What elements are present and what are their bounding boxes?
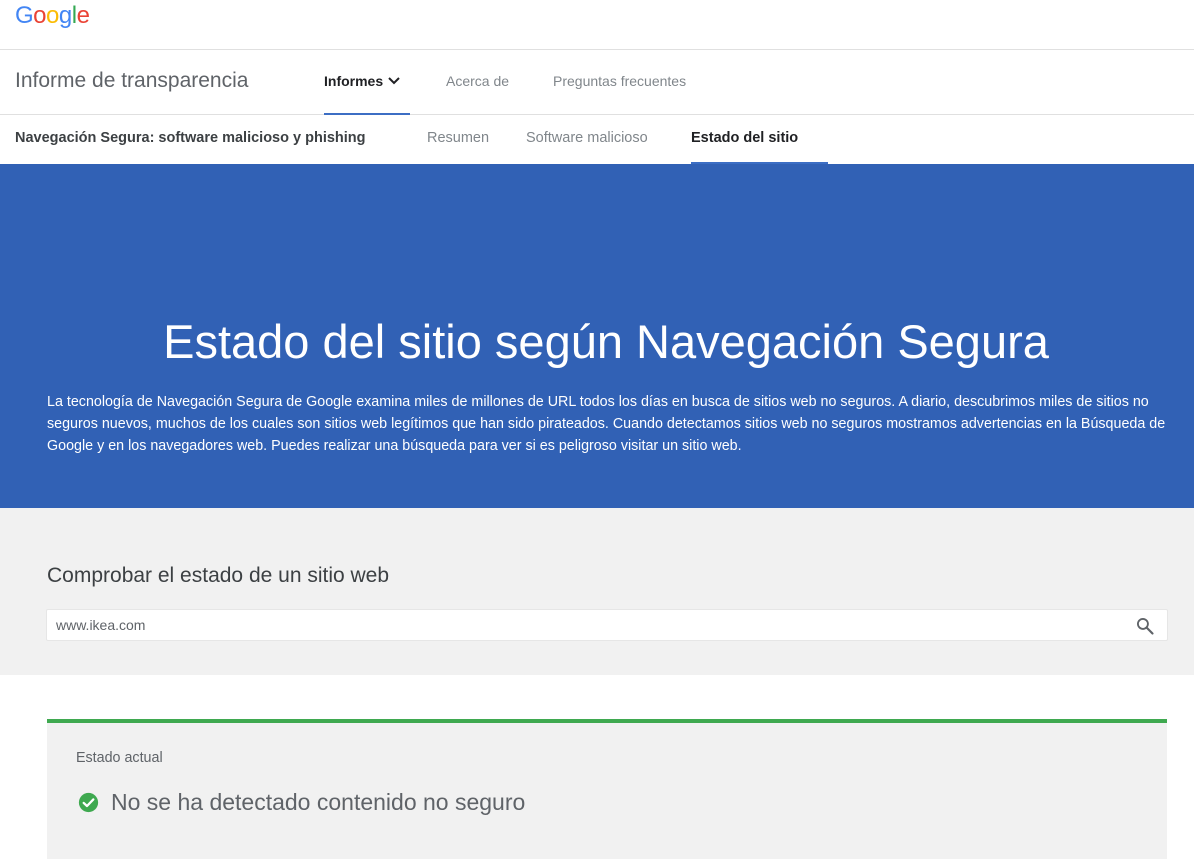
subnav-title: Navegación Segura: software malicioso y … (15, 130, 366, 146)
search-heading: Comprobar el estado de un sitio web (47, 564, 390, 587)
search-box[interactable] (46, 609, 1168, 641)
tab-site-status[interactable]: Estado del sitio web (691, 115, 828, 193)
nav-about-link[interactable]: Acerca de (446, 50, 509, 115)
hero-banner: Estado del sitio según Navegación Segura… (0, 164, 1194, 508)
hero-description: La tecnología de Navegación Segura de Go… (47, 394, 1166, 454)
search-section: Comprobar el estado de un sitio web (0, 508, 1194, 675)
nav-reports-label: Informes (324, 73, 384, 89)
nav-faq-link[interactable]: Preguntas frecuentes (553, 50, 686, 115)
status-result-row: No se ha detectado contenido no seguro (78, 787, 525, 817)
top-bar: Google (0, 0, 1194, 50)
main-nav: Informe de transparencia Informes Acerca… (0, 50, 1194, 115)
search-icon[interactable] (1135, 616, 1155, 636)
sub-nav: Navegación Segura: software malicioso y … (0, 115, 1194, 193)
nav-reports-menu[interactable]: Informes (324, 50, 410, 115)
hero-title: Estado del sitio según Navegación Segura (163, 315, 1049, 368)
search-input[interactable] (56, 610, 1116, 640)
tab-malware[interactable]: Software malicioso (526, 115, 648, 164)
status-card: Estado actual No se ha detectado conteni… (47, 719, 1167, 859)
check-circle-icon (78, 792, 99, 813)
google-logo[interactable]: Google (15, 2, 90, 30)
tab-summary[interactable]: Resumen (427, 115, 489, 164)
site-title[interactable]: Informe de transparencia (15, 68, 248, 94)
status-result-text: No se ha detectado contenido no seguro (111, 788, 526, 815)
status-label: Estado actual (76, 750, 163, 766)
chevron-down-icon (388, 49, 400, 112)
